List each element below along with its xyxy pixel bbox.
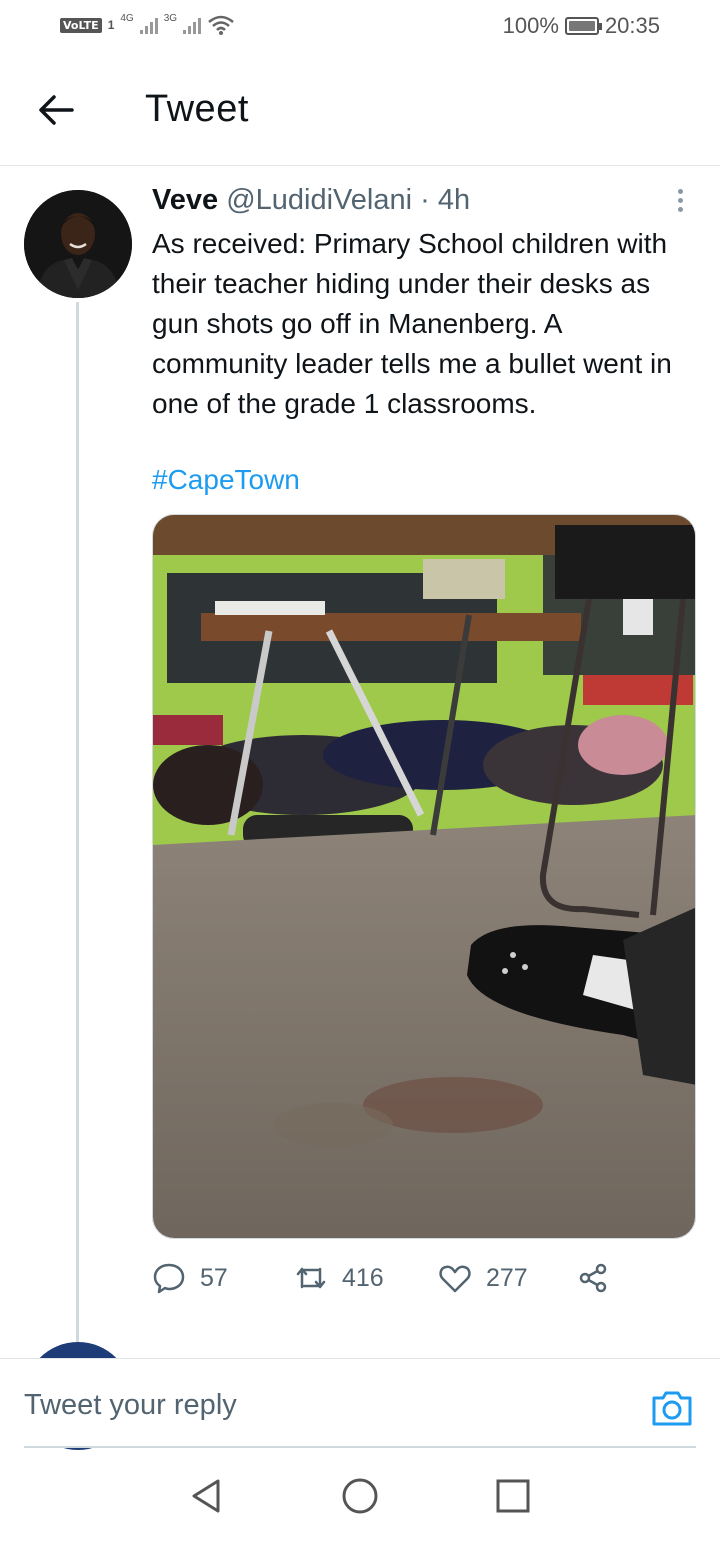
page-title: Tweet <box>145 88 249 130</box>
reply-icon <box>153 1263 185 1294</box>
share-button[interactable] <box>576 1258 610 1298</box>
battery-percent: 100% <box>502 13 559 38</box>
wifi-icon <box>208 15 234 35</box>
top-app-bar: Tweet <box>0 56 720 166</box>
retweet-button[interactable]: 416 <box>294 1258 384 1298</box>
reply-input[interactable]: Tweet your reply <box>24 1389 237 1422</box>
avatar[interactable] <box>24 190 132 298</box>
tweet-header: Veve @LudidiVelani · 4h <box>152 184 470 217</box>
system-nav-bar <box>0 1450 720 1541</box>
separator-dot: · <box>420 184 430 216</box>
triangle-back-icon[interactable] <box>186 1476 226 1516</box>
network-type-1: 4G <box>120 12 134 24</box>
arrow-left-icon[interactable] <box>34 88 78 132</box>
like-button[interactable]: 277 <box>438 1258 528 1298</box>
retweet-icon <box>296 1267 326 1289</box>
like-count: 277 <box>486 1263 528 1292</box>
hashtag-link[interactable]: #CapeTown <box>152 464 300 496</box>
sim-number: 1 <box>107 18 115 32</box>
tweet-text: As received: Primary School children wit… <box>152 228 672 419</box>
retweet-count: 416 <box>342 1263 384 1292</box>
thread-line <box>76 302 79 1342</box>
volte-indicator: VoLTE <box>60 17 102 33</box>
status-bar-right: 100% 20:35 <box>503 13 660 39</box>
reply-count: 57 <box>200 1263 228 1292</box>
battery-icon <box>564 17 602 35</box>
reply-bar: Tweet your reply <box>0 1358 720 1448</box>
signal-icon <box>139 16 158 34</box>
share-icon <box>579 1263 607 1293</box>
user-handle[interactable]: @LudidiVelani <box>226 184 412 216</box>
circle-home-icon[interactable] <box>340 1476 380 1516</box>
tweet-time: 4h <box>437 184 471 216</box>
reply-underline <box>24 1446 696 1448</box>
tweet-actions: 57 416 277 <box>152 1258 652 1298</box>
status-bar-left: VoLTE 1 4G 3G <box>60 12 235 36</box>
clock: 20:35 <box>604 13 660 38</box>
heart-icon <box>439 1265 471 1293</box>
more-options-icon[interactable] <box>668 186 692 216</box>
tweet-photo[interactable] <box>152 514 696 1239</box>
status-bar: VoLTE 1 4G 3G 100% 20:35 <box>0 0 720 56</box>
signal-icon <box>183 16 202 34</box>
network-type-2: 3G <box>163 12 178 24</box>
square-recents-icon[interactable] <box>493 1476 533 1516</box>
reply-button[interactable]: 57 <box>152 1258 228 1298</box>
display-name[interactable]: Veve <box>152 184 218 216</box>
camera-icon[interactable] <box>650 1386 694 1430</box>
